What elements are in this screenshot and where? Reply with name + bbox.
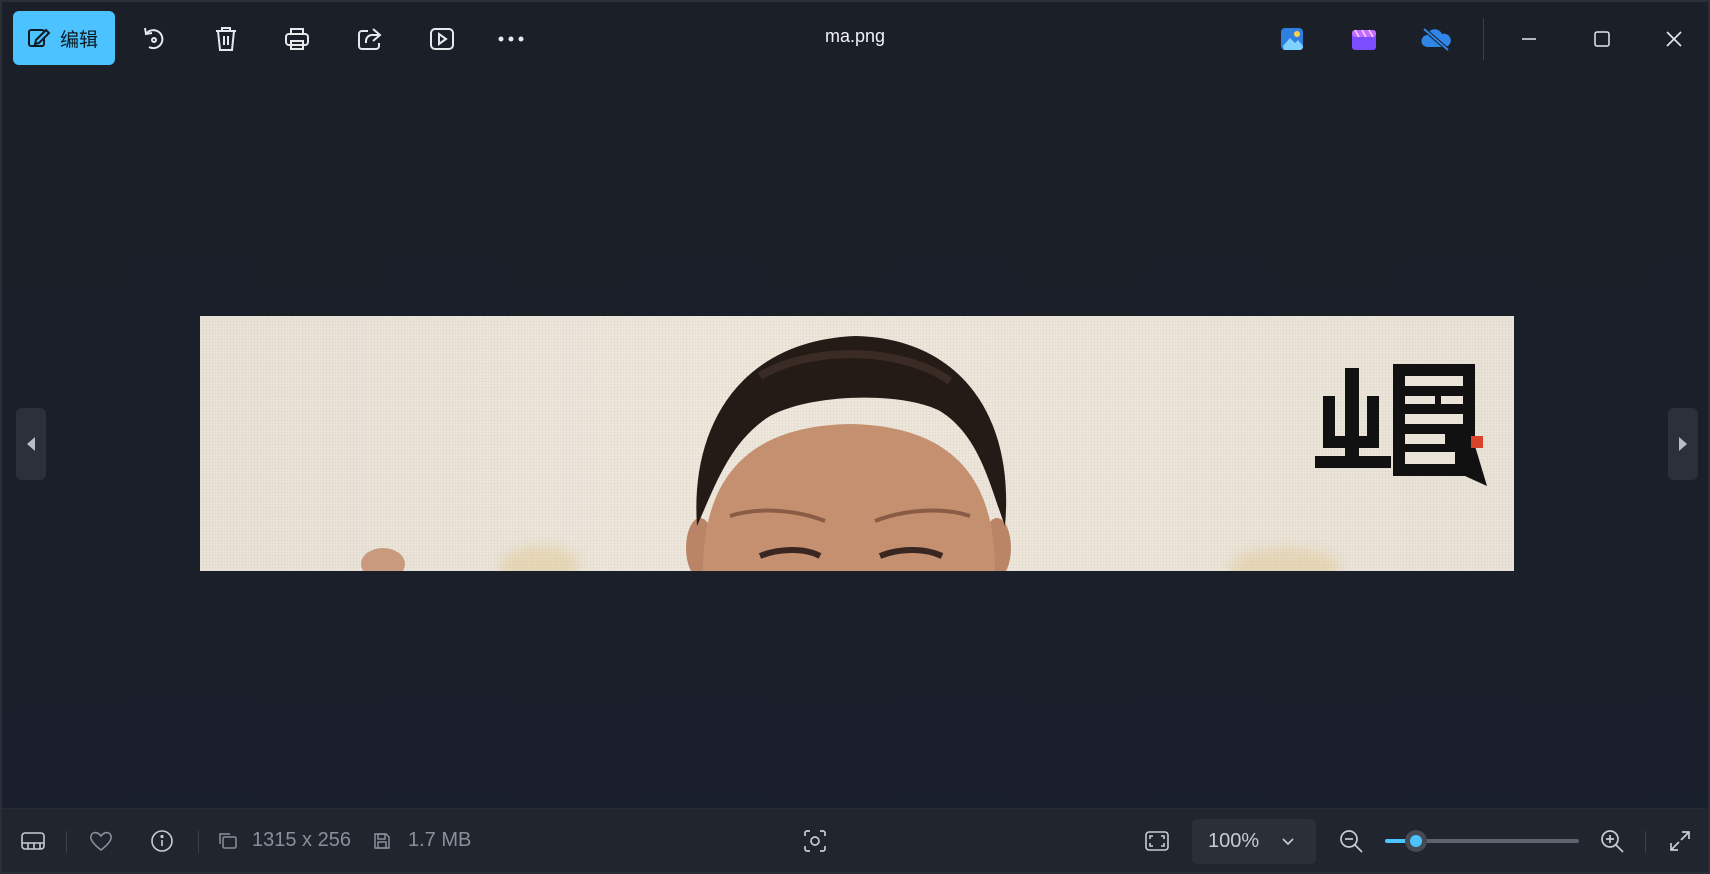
zoom-slider-thumb[interactable] <box>1405 830 1427 852</box>
photos-app-button[interactable] <box>1273 20 1311 58</box>
close-button[interactable] <box>1655 20 1693 58</box>
zoom-slider[interactable] <box>1385 830 1579 852</box>
favorite-button[interactable] <box>88 809 114 872</box>
next-photo-button[interactable] <box>1668 408 1698 480</box>
status-bar: 1315 x 256 1.7 MB 100% <box>2 808 1708 872</box>
zoom-dropdown[interactable]: 100% <box>1192 819 1316 864</box>
fit-to-window-button[interactable] <box>1144 809 1170 872</box>
filmstrip-button[interactable] <box>20 809 46 872</box>
visual-search-button[interactable] <box>802 809 828 872</box>
previous-photo-button[interactable] <box>16 408 46 480</box>
caret-left-icon <box>27 437 35 451</box>
zoom-in-icon <box>1601 829 1624 853</box>
maximize-button[interactable] <box>1583 20 1621 58</box>
file-name: ma.png <box>824 26 886 46</box>
filmstrip-icon <box>21 831 45 850</box>
minimize-button[interactable] <box>1510 20 1548 58</box>
photos-app-icon <box>1281 28 1303 50</box>
expand-icon <box>1670 830 1690 851</box>
zoom-value: 100% <box>1208 830 1260 852</box>
file-size-info: 1.7 MB <box>373 809 471 872</box>
disk-icon <box>374 832 390 849</box>
clipchamp-button[interactable] <box>1345 20 1383 58</box>
full-screen-button[interactable] <box>1668 809 1692 872</box>
clipchamp-icon <box>1352 29 1376 50</box>
maximize-icon <box>1594 31 1610 47</box>
zoom-in-button[interactable] <box>1599 809 1625 872</box>
zoom-out-icon <box>1340 829 1363 853</box>
close-icon <box>1666 31 1682 47</box>
minimize-icon <box>1522 38 1536 40</box>
onedrive-button[interactable] <box>1417 20 1455 58</box>
displayed-image[interactable]: 出圈 <box>200 316 1514 571</box>
status-divider <box>66 831 67 853</box>
image-size-icon <box>219 832 237 849</box>
caret-right-icon <box>1679 437 1687 451</box>
status-divider <box>1645 831 1646 853</box>
dimensions-info: 1315 x 256 <box>218 809 351 872</box>
top-toolbar: 编辑 ma.png <box>2 2 1708 76</box>
photos-window: 编辑 ma.png 1315 x 256 1.7 MB 100% <box>0 0 1710 874</box>
heart-icon <box>89 831 113 851</box>
file-size: 1.7 MB <box>408 829 472 851</box>
onedrive-icon <box>1421 27 1451 52</box>
photo-logo <box>1315 364 1487 486</box>
status-divider <box>198 831 199 853</box>
image-dimensions: 1315 x 256 <box>252 829 351 851</box>
file-info-button[interactable] <box>150 809 174 872</box>
fit-screen-icon <box>1145 830 1169 851</box>
toolbar-divider <box>1483 18 1484 60</box>
visual-search-icon <box>804 829 826 852</box>
chevron-down-icon <box>1282 837 1294 845</box>
info-icon <box>151 829 173 852</box>
zoom-out-button[interactable] <box>1338 809 1364 872</box>
